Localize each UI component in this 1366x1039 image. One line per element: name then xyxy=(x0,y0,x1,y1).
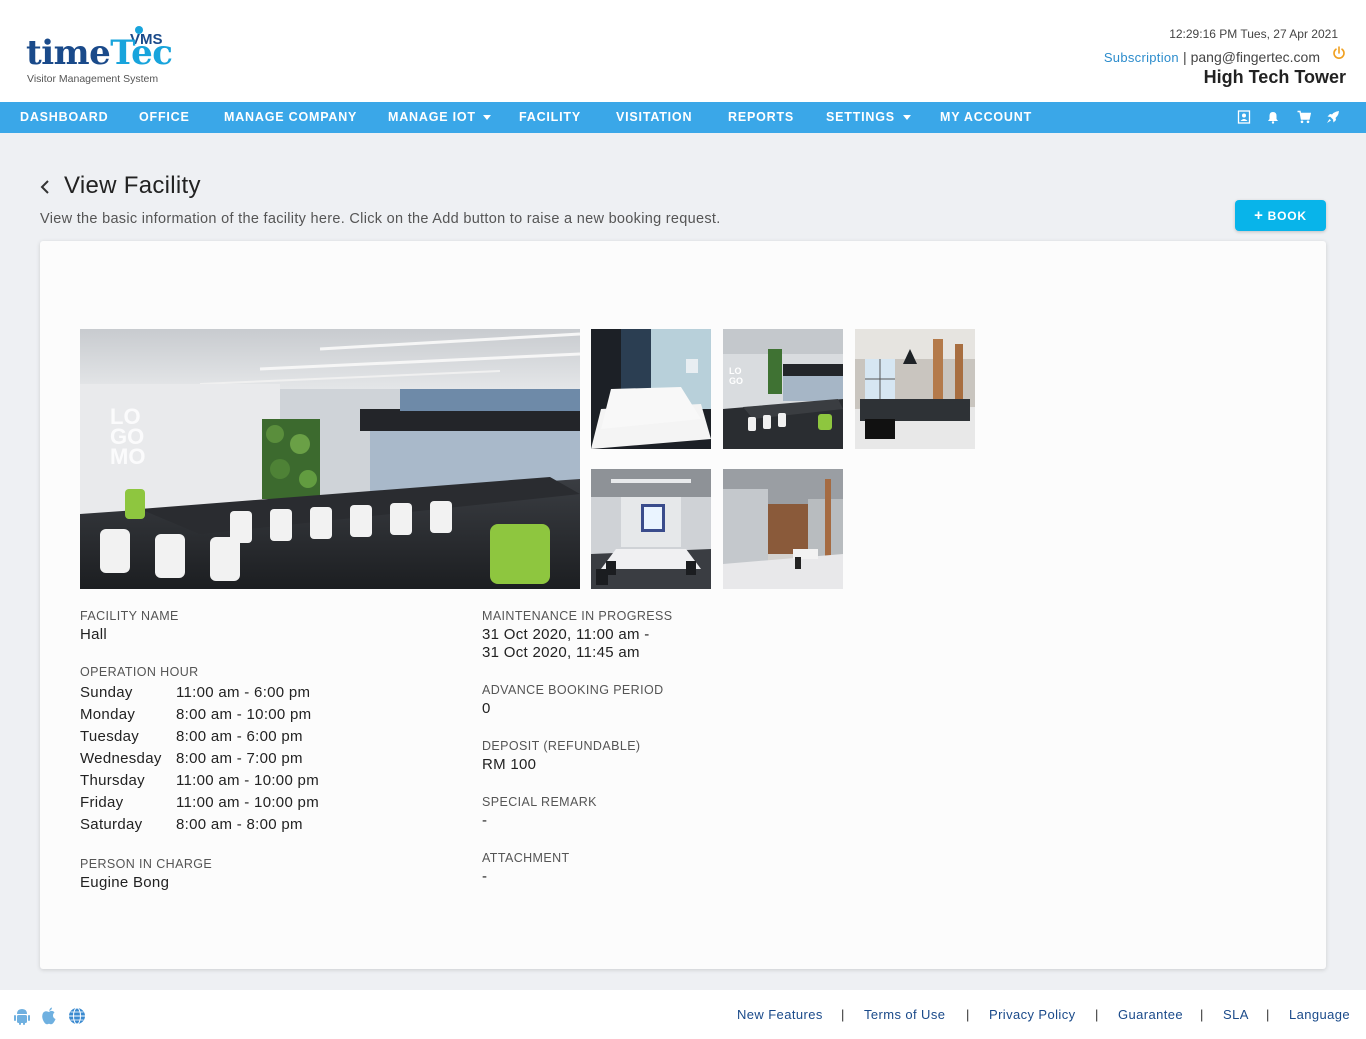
special-remark-label: SPECIAL REMARK xyxy=(482,795,597,809)
logo-wordmark: timeTec xyxy=(26,33,173,73)
footer-separator: | xyxy=(1200,1007,1204,1022)
apple-icon[interactable] xyxy=(39,1006,59,1026)
user-line: Subscription | pang@fingertec.com xyxy=(1104,46,1346,65)
operation-day: Monday xyxy=(80,706,136,723)
wall-logo-text-3: MO xyxy=(110,444,145,469)
footer-separator: | xyxy=(1095,1007,1099,1022)
facility-thumbnail[interactable] xyxy=(855,329,975,449)
operation-day: Friday xyxy=(80,794,124,811)
operation-day: Sunday xyxy=(80,684,133,701)
operation-time: 8:00 am - 7:00 pm xyxy=(176,750,303,767)
power-logout-icon[interactable] xyxy=(1332,46,1346,60)
attachment-label: ATTACHMENT xyxy=(482,851,570,865)
page-subtitle: View the basic information of the facili… xyxy=(40,211,721,227)
timetec-vms-logo[interactable]: VMS timeTec Visitor Management System xyxy=(26,26,186,88)
special-remark-value: - xyxy=(482,812,488,829)
app-header: VMS timeTec Visitor Management System 12… xyxy=(0,0,1366,102)
person-in-charge-value: Eugine Bong xyxy=(80,874,170,891)
rocket-icon[interactable] xyxy=(1326,110,1340,124)
footer-separator: | xyxy=(1266,1007,1270,1022)
globe-icon[interactable] xyxy=(67,1006,87,1026)
page-title: View Facility xyxy=(64,172,201,199)
nav-visitation[interactable]: VISITATION xyxy=(616,102,692,133)
current-datetime: 12:29:16 PM Tues, 27 Apr 2021 xyxy=(1169,27,1338,41)
plus-icon: + xyxy=(1254,206,1264,224)
advance-booking-value: 0 xyxy=(482,700,491,717)
nav-manage-company[interactable]: MANAGE COMPANY xyxy=(224,102,357,133)
nav-dashboard[interactable]: DASHBOARD xyxy=(20,102,108,133)
deposit-label: DEPOSIT (REFUNDABLE) xyxy=(482,739,641,753)
logo-word-tec: Tec xyxy=(110,33,173,73)
user-email: pang@fingertec.com xyxy=(1190,49,1320,65)
facility-thumbnail[interactable]: LO GO xyxy=(723,329,843,449)
maintenance-value-end: 31 Oct 2020, 11:45 am xyxy=(482,644,640,661)
deposit-value: RM 100 xyxy=(482,756,537,773)
thumb-wall-logo-text: LO xyxy=(729,366,742,376)
facility-thumbnail[interactable] xyxy=(723,469,843,589)
android-icon[interactable] xyxy=(12,1006,32,1026)
facility-thumbnail[interactable] xyxy=(591,329,711,449)
contact-card-icon[interactable] xyxy=(1237,110,1251,124)
footer-link-sla[interactable]: SLA xyxy=(1223,1007,1249,1022)
person-in-charge-label: PERSON IN CHARGE xyxy=(80,857,213,871)
footer-link-terms-of-use[interactable]: Terms of Use xyxy=(864,1007,945,1022)
nav-settings[interactable]: SETTINGS xyxy=(826,102,895,133)
nav-facility[interactable]: FACILITY xyxy=(519,102,581,133)
facility-thumbnail[interactable] xyxy=(591,469,711,589)
nav-office[interactable]: OFFICE xyxy=(139,102,190,133)
footer-link-new-features[interactable]: New Features xyxy=(737,1007,823,1022)
cart-icon[interactable] xyxy=(1297,110,1311,124)
notification-bell-icon[interactable] xyxy=(1266,110,1280,124)
attachment-value: - xyxy=(482,868,488,885)
footer-link-language[interactable]: Language xyxy=(1289,1007,1350,1022)
logo-subtitle: Visitor Management System xyxy=(27,73,159,85)
subscription-link[interactable]: Subscription xyxy=(1104,50,1179,65)
maintenance-label: MAINTENANCE IN PROGRESS xyxy=(482,609,673,623)
manage-iot-chevron-down-icon[interactable] xyxy=(483,115,491,120)
book-button[interactable]: + BOOK xyxy=(1235,200,1326,231)
footer-separator: | xyxy=(966,1007,970,1022)
footer-link-privacy-policy[interactable]: Privacy Policy xyxy=(989,1007,1076,1022)
facility-name-value: Hall xyxy=(80,626,108,643)
operation-time: 11:00 am - 6:00 pm xyxy=(176,684,311,701)
operation-hour-label: OPERATION HOUR xyxy=(80,665,199,679)
operation-time: 8:00 am - 6:00 pm xyxy=(176,728,303,745)
thumb-wall-logo-text-2: GO xyxy=(729,376,743,386)
operation-day: Tuesday xyxy=(80,728,140,745)
footer-separator: | xyxy=(841,1007,845,1022)
operation-day: Thursday xyxy=(80,772,145,789)
footer-link-guarantee[interactable]: Guarantee xyxy=(1118,1007,1183,1022)
maintenance-value-start: 31 Oct 2020, 11:00 am - xyxy=(482,626,650,643)
page-footer: New Features | Terms of Use | Privacy Po… xyxy=(0,990,1366,1039)
nav-manage-iot[interactable]: MANAGE IOT xyxy=(388,102,476,133)
operation-day: Wednesday xyxy=(80,750,162,767)
main-nav: DASHBOARD OFFICE MANAGE COMPANY MANAGE I… xyxy=(0,102,1366,228)
operation-time: 8:00 am - 8:00 pm xyxy=(176,816,303,833)
facility-name-label: FACILITY NAME xyxy=(80,609,179,623)
facility-main-image[interactable]: LO GO MO xyxy=(80,329,580,589)
back-arrow-icon[interactable] xyxy=(40,180,50,194)
book-button-label: BOOK xyxy=(1267,208,1307,223)
company-name: High Tech Tower xyxy=(1203,67,1346,87)
operation-time: 11:00 am - 10:00 pm xyxy=(176,772,319,789)
settings-chevron-down-icon[interactable] xyxy=(903,115,911,120)
advance-booking-label: ADVANCE BOOKING PERIOD xyxy=(482,683,664,697)
logo-word-time: time xyxy=(26,33,111,73)
operation-time: 8:00 am - 10:00 pm xyxy=(176,706,312,723)
operation-time: 11:00 am - 10:00 pm xyxy=(176,794,319,811)
nav-my-account[interactable]: MY ACCOUNT xyxy=(940,102,1032,133)
user-separator: | xyxy=(1182,49,1187,65)
nav-reports[interactable]: REPORTS xyxy=(728,102,794,133)
operation-day: Saturday xyxy=(80,816,143,833)
